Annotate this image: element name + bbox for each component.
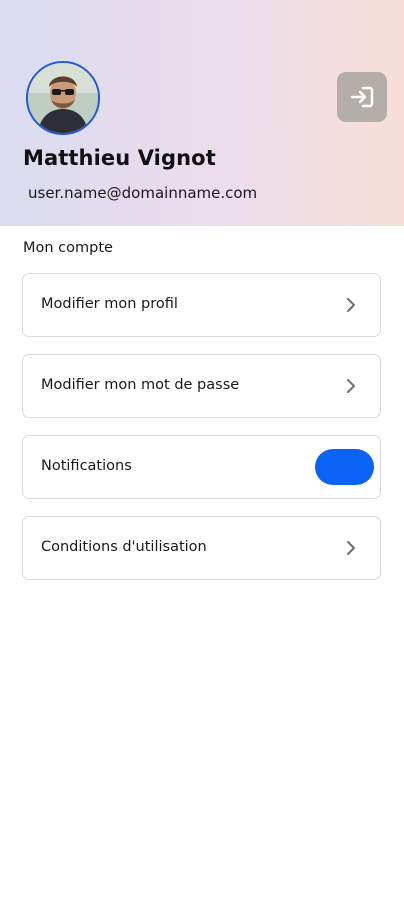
edit-profile-item[interactable]: Modifier mon profil — [22, 273, 381, 337]
chevron-right-icon — [347, 379, 355, 393]
terms-label: Conditions d'utilisation — [41, 539, 207, 555]
user-email: user.name@domainname.com — [28, 184, 258, 202]
edit-password-label: Modifier mon mot de passe — [41, 377, 240, 393]
avatar-photo — [28, 63, 98, 133]
section-title: Mon compte — [23, 240, 113, 256]
notifications-item: Notifications — [22, 435, 381, 499]
profile-header: Matthieu Vignot user.name@domainname.com — [0, 0, 404, 226]
chevron-right-icon — [347, 298, 355, 312]
logout-button[interactable] — [337, 72, 387, 122]
edit-profile-label: Modifier mon profil — [41, 296, 178, 312]
notifications-label: Notifications — [41, 458, 132, 474]
edit-password-item[interactable]: Modifier mon mot de passe — [22, 354, 381, 418]
logout-icon — [350, 86, 374, 108]
notifications-toggle[interactable] — [315, 449, 374, 485]
terms-item[interactable]: Conditions d'utilisation — [22, 516, 381, 580]
user-name: Matthieu Vignot — [23, 146, 216, 170]
avatar[interactable] — [26, 61, 100, 135]
chevron-right-icon — [347, 541, 355, 555]
